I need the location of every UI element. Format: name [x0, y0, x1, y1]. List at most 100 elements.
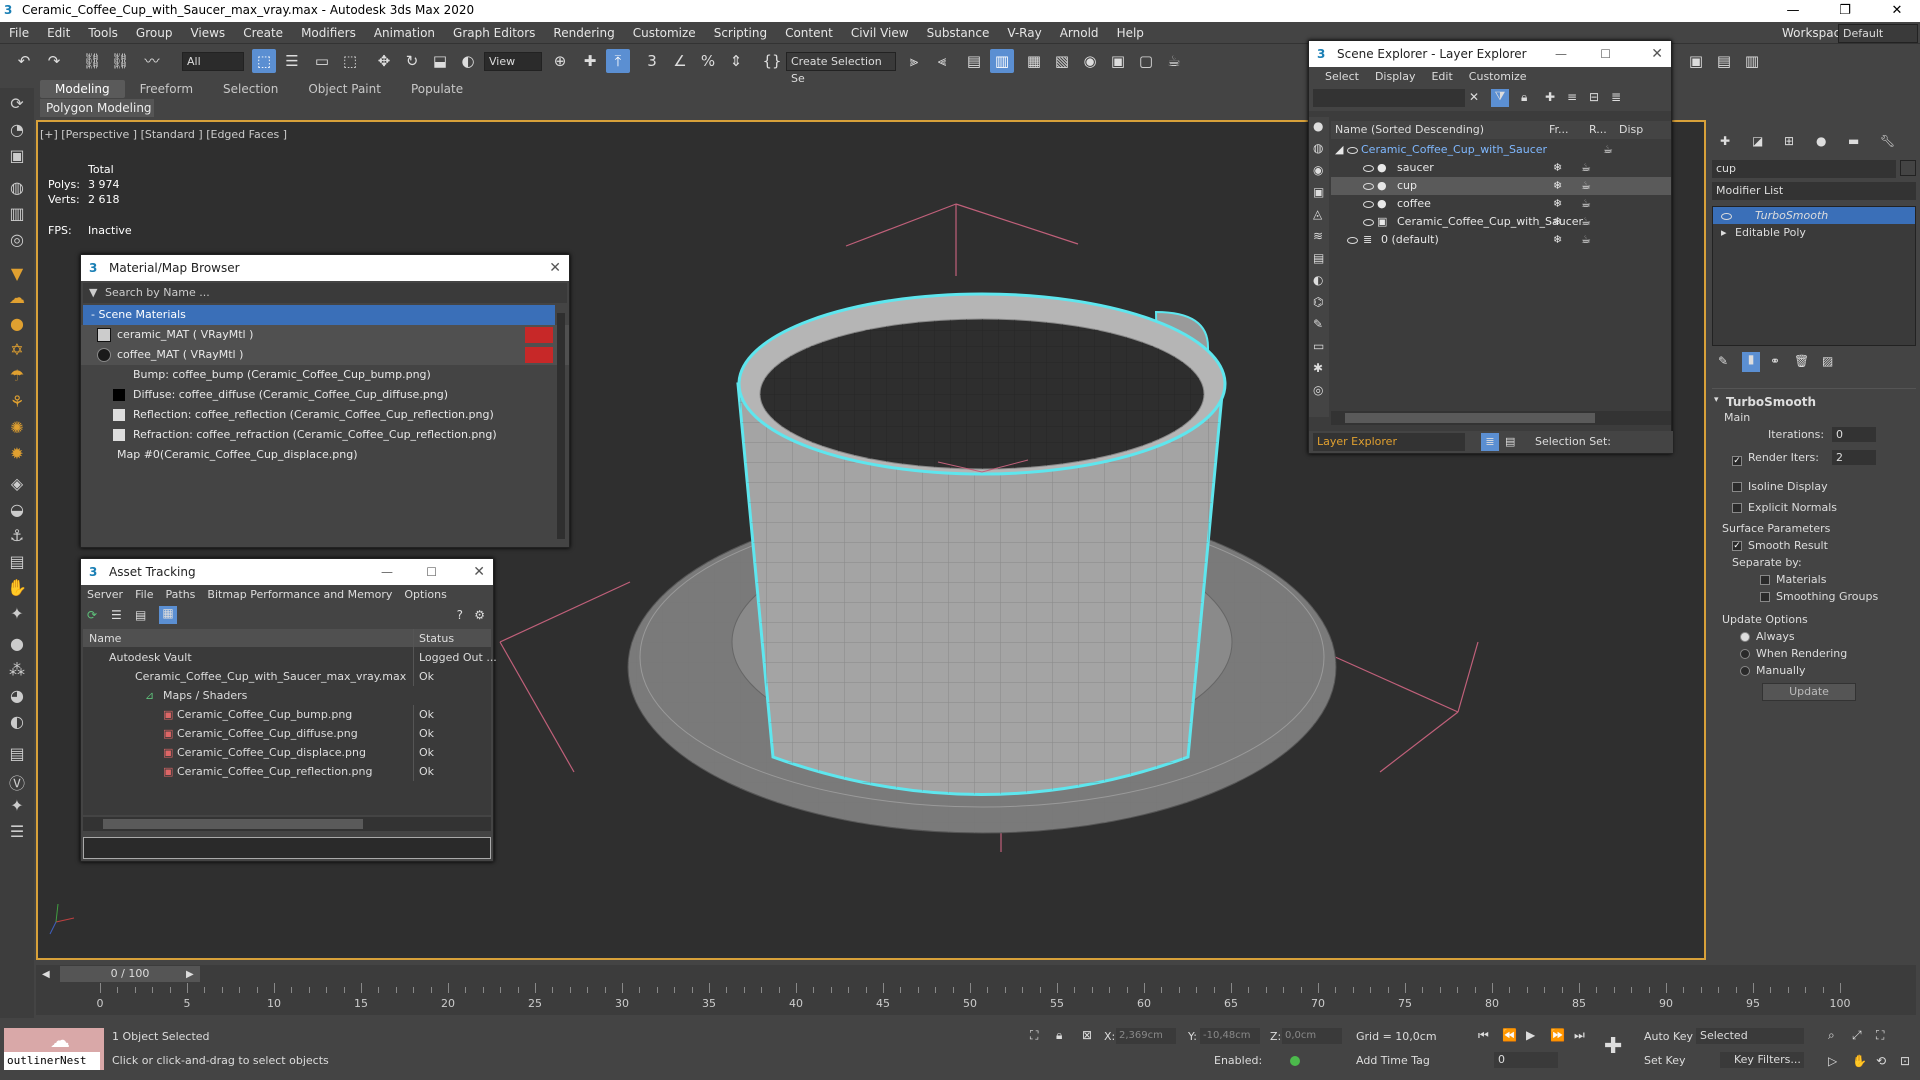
x-coordinate-field[interactable]: 2,369cm	[1116, 1028, 1176, 1044]
menu-create[interactable]: Create	[234, 22, 292, 44]
create-tab-icon[interactable]: ⟳	[5, 94, 29, 116]
maximize-button[interactable]: ❐	[1822, 0, 1868, 22]
isoline-row[interactable]: Isoline Display	[1710, 478, 1918, 495]
table-row[interactable]: Autodesk Vault Logged Out ...	[83, 648, 497, 667]
table-row[interactable]: ▣ Ceramic_Coffee_Cup_bump.png Ok	[83, 705, 491, 724]
filter-bones-icon[interactable]: ⌬	[1313, 295, 1323, 309]
viewport-label[interactable]: [+] [Perspective ] [Standard ] [Edged Fa…	[40, 128, 287, 141]
menu-help[interactable]: Help	[1108, 22, 1153, 44]
stack-item-editable-poly[interactable]: ▸ Editable Poly	[1713, 224, 1915, 241]
sort-icon[interactable]: ≡	[1567, 90, 1577, 104]
toggle-scene-explorer-icon[interactable]: ▤	[962, 49, 986, 73]
menu-edit[interactable]: Edit	[38, 22, 79, 44]
selection-filter-dropdown[interactable]: All	[182, 52, 244, 71]
mmb-scene-materials-group[interactable]: - Scene Materials	[83, 305, 555, 325]
eye-icon[interactable]	[1363, 164, 1374, 172]
play-icon[interactable]: ▶	[1526, 1028, 1535, 1042]
zoom-icon[interactable]: ⌕	[1828, 1028, 1835, 1043]
asset-menu-file[interactable]: File	[129, 588, 159, 601]
turbosmooth-rollout-header[interactable]: ▾ TurboSmooth	[1712, 388, 1916, 409]
hierarchy-panel-icon[interactable]: ⊞	[1784, 134, 1794, 148]
menu-substance[interactable]: Substance	[918, 22, 999, 44]
menu-group[interactable]: Group	[127, 22, 182, 44]
ribbon-polygon-modeling[interactable]: Polygon Modeling	[40, 99, 154, 117]
clear-search-icon[interactable]: ✕	[1469, 90, 1479, 104]
modify-panel-icon[interactable]: ◪	[1752, 134, 1763, 148]
angle-snap-icon[interactable]: ∠	[668, 49, 692, 73]
mmb-map-refraction[interactable]: Refraction: coffee_refraction (Ceramic_C…	[81, 425, 569, 445]
mmb-scrollbar[interactable]	[557, 313, 565, 539]
box-icon[interactable]: ▣	[5, 146, 29, 168]
cylinder-icon[interactable]: ▥	[5, 204, 29, 226]
when-rendering-radio-row[interactable]: When Rendering	[1710, 645, 1918, 662]
detail-view-icon[interactable]: ▤	[135, 608, 146, 622]
explorer-type-dropdown[interactable]: Layer Explorer	[1313, 433, 1465, 451]
smooth-result-row[interactable]: ✓ Smooth Result	[1710, 537, 1918, 554]
hierarchy-icon[interactable]: ⊟	[1589, 90, 1599, 104]
space-warp-icon[interactable]: ⚓	[5, 526, 29, 548]
zoom-all-icon[interactable]: ⤢	[1852, 1028, 1862, 1043]
filter-shapes-icon[interactable]: ◍	[1313, 141, 1323, 155]
set-key-button[interactable]: Set Key	[1644, 1054, 1686, 1067]
filter-cameras-icon[interactable]: ▣	[1313, 185, 1324, 199]
reference-coordinate-dropdown[interactable]: View	[484, 52, 542, 71]
render-teapot-icon[interactable]: ☕	[1581, 195, 1591, 213]
menu-civil-view[interactable]: Civil View	[842, 22, 918, 44]
iterations-spinner[interactable]: 0	[1832, 427, 1876, 442]
explicit-normals-row[interactable]: Explicit Normals	[1710, 499, 1918, 516]
isolate-icon[interactable]: ⛶	[1030, 1028, 1038, 1043]
motion-panel-icon[interactable]: ●	[1816, 134, 1826, 148]
freeze-icon[interactable]: ❄	[1553, 213, 1562, 231]
mmb-dropdown-icon[interactable]: ▼	[89, 283, 97, 303]
select-manipulate-icon[interactable]: ✚	[578, 49, 602, 73]
scene-minimize-icon[interactable]: —	[1555, 41, 1567, 67]
object-name-input[interactable]: cup	[1712, 160, 1896, 178]
material-editor-icon[interactable]: ◉	[1078, 49, 1102, 73]
rotate-icon[interactable]: ↻	[400, 49, 424, 73]
tools-icon[interactable]: ✦	[5, 796, 29, 818]
ribbon-tab-freeform[interactable]: Freeform	[125, 80, 208, 98]
explicit-normals-checkbox[interactable]	[1732, 503, 1742, 513]
align-icon[interactable]: ⫷	[930, 49, 954, 73]
render-setup-icon[interactable]: ▣	[1106, 49, 1130, 73]
show-end-result-icon[interactable]: ▮	[1742, 352, 1760, 372]
render-iters-checkbox[interactable]: ✓	[1732, 456, 1742, 466]
window-crossing-icon[interactable]: ⬚	[338, 49, 362, 73]
materials-row[interactable]: Materials	[1710, 571, 1918, 588]
toggle-layer-explorer-icon[interactable]: ▥	[990, 49, 1014, 73]
utilities-panel-icon[interactable]: 🔧︎	[1880, 134, 1895, 148]
asset-hscrollbar[interactable]	[83, 817, 491, 831]
isoline-checkbox[interactable]	[1732, 482, 1742, 492]
set-key-big-icon[interactable]: ✚	[1604, 1034, 1622, 1059]
goto-start-icon[interactable]: ⏮	[1478, 1028, 1489, 1043]
curve-editor-icon[interactable]: ▦	[1022, 49, 1046, 73]
freeze-icon[interactable]: ❄	[1553, 177, 1562, 195]
ribbon-tab-selection[interactable]: Selection	[208, 80, 293, 98]
render-teapot-icon[interactable]: ☕	[1581, 213, 1591, 231]
list-view-icon[interactable]: ☰	[111, 608, 122, 622]
tree-item-default-layer[interactable]: ≣ 0 (default) ❄ ☕	[1331, 231, 1671, 249]
scene-menu-display[interactable]: Display	[1367, 70, 1424, 83]
undo-icon[interactable]: ↶	[12, 49, 36, 73]
multi-material-icon[interactable]: ⁂	[5, 660, 29, 682]
filter-none-icon[interactable]: ▭	[1313, 339, 1324, 353]
filter-all-icon[interactable]: ✎	[1313, 317, 1323, 331]
omni-light-icon[interactable]: ⚘	[5, 392, 29, 414]
z-coordinate-field[interactable]: 0,0cm	[1282, 1028, 1342, 1044]
selection-set-icon[interactable]: ▤	[1505, 431, 1515, 453]
render-icon[interactable]: ◕	[5, 686, 29, 708]
refresh-icon[interactable]: ⟳	[87, 608, 97, 622]
table-row[interactable]: ⊿ Maps / Shaders	[83, 686, 491, 705]
particle-icon[interactable]: ✦	[5, 604, 29, 626]
snaps-toggle-icon[interactable]: 3	[640, 49, 664, 73]
edit-named-selection-icon[interactable]: {}	[760, 49, 784, 73]
selection-lock-icon[interactable]: 🔒︎	[1056, 1028, 1062, 1043]
move-icon[interactable]: ✥	[372, 49, 396, 73]
scene-col-frozen[interactable]: Fr...	[1549, 121, 1569, 139]
filter-invert-icon[interactable]: ✱	[1313, 361, 1323, 375]
list-icon[interactable]: ☰	[5, 822, 29, 844]
close-button[interactable]: ✕	[1874, 0, 1920, 22]
auto-key-button[interactable]: Auto Key	[1644, 1030, 1693, 1043]
orbit-icon[interactable]: ⟲	[1876, 1054, 1886, 1068]
pin-stack-icon[interactable]: ✎	[1718, 354, 1728, 368]
